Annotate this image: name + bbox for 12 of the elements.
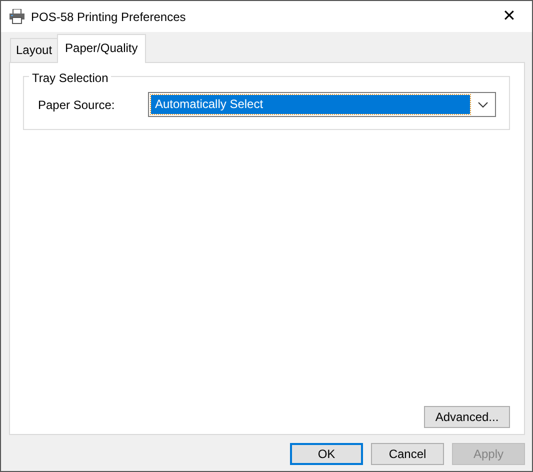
- close-button[interactable]: ✕: [486, 1, 532, 32]
- chevron-down-icon: [478, 102, 488, 108]
- tab[interactable]: Layout: [10, 38, 58, 62]
- tab[interactable]: Paper/Quality: [57, 34, 146, 63]
- field-label: Paper Source:: [38, 96, 116, 114]
- selected-value: Automatically Select: [151, 95, 470, 114]
- paper-source-dropdown[interactable]: Automatically Select: [148, 92, 496, 117]
- printer-icon: [9, 9, 25, 24]
- window-title: POS-58 Printing Preferences: [31, 8, 187, 26]
- dialog-button[interactable]: OK: [290, 443, 363, 465]
- advanced-button[interactable]: Advanced...: [424, 406, 510, 428]
- dialog-button[interactable]: Cancel: [371, 443, 444, 465]
